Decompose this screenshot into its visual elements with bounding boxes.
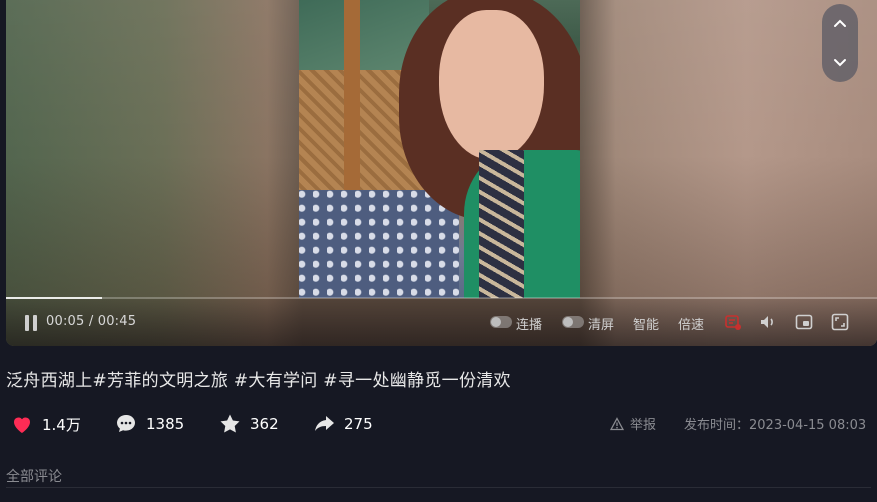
video-player[interactable]: 00:05 / 00:45 连播 清屏 智能 倍速 [6,0,877,346]
comment-count: 1385 [146,415,185,433]
comment-button[interactable]: 1385 [114,410,184,438]
like-button[interactable]: 1.4万 [10,410,81,438]
smart-button[interactable]: 智能 [633,314,659,333]
clear-screen-toggle[interactable] [562,316,584,328]
frame-face [439,10,544,160]
pip-icon[interactable] [795,313,813,331]
fullscreen-icon[interactable] [831,313,849,331]
like-count: 1.4万 [42,415,81,434]
share-icon [315,416,334,431]
volume-icon[interactable] [759,313,777,331]
duration: 00:45 [97,314,137,329]
comments-header: 全部评论 [6,469,62,485]
favorite-button[interactable]: 362 [218,410,279,438]
frame-scarf [479,150,524,298]
clear-screen-label[interactable]: 清屏 [588,314,614,333]
speed-button[interactable]: 倍速 [678,314,704,333]
player-controls-right: 连播 清屏 智能 倍速 [477,299,877,346]
divider [6,487,871,488]
warning-icon [610,416,624,430]
frame-seat [299,190,459,298]
share-button[interactable]: 275 [312,410,373,438]
chevron-down-icon[interactable] [832,54,848,70]
time-separator: / [88,314,98,329]
danmaku-icon[interactable] [724,313,742,331]
pause-icon[interactable] [24,315,38,331]
publish-time: 发布时间：2023-04-15 08:03 [684,418,867,433]
video-title: 泛舟西湖上#芳菲的文明之旅 #大有学问 #寻一处幽静觅一份清欢 [6,371,511,391]
share-count: 275 [344,415,373,433]
video-nav-pill [822,4,858,82]
favorite-count: 362 [250,415,279,433]
continuous-play-label[interactable]: 连播 [516,314,542,333]
player-controls: 00:05 / 00:45 连播 清屏 智能 倍速 [6,299,877,346]
report-label[interactable]: 举报 [630,414,656,433]
comment-icon [117,415,135,432]
chevron-up-icon[interactable] [832,16,848,32]
current-time: 00:05 [46,314,85,329]
time-display: 00:05 / 00:45 [46,314,136,329]
heart-icon [14,417,30,433]
star-icon [220,414,240,433]
report-button[interactable]: 举报 [610,414,656,433]
video-frame[interactable] [299,0,580,298]
continuous-play-toggle[interactable] [490,316,512,328]
